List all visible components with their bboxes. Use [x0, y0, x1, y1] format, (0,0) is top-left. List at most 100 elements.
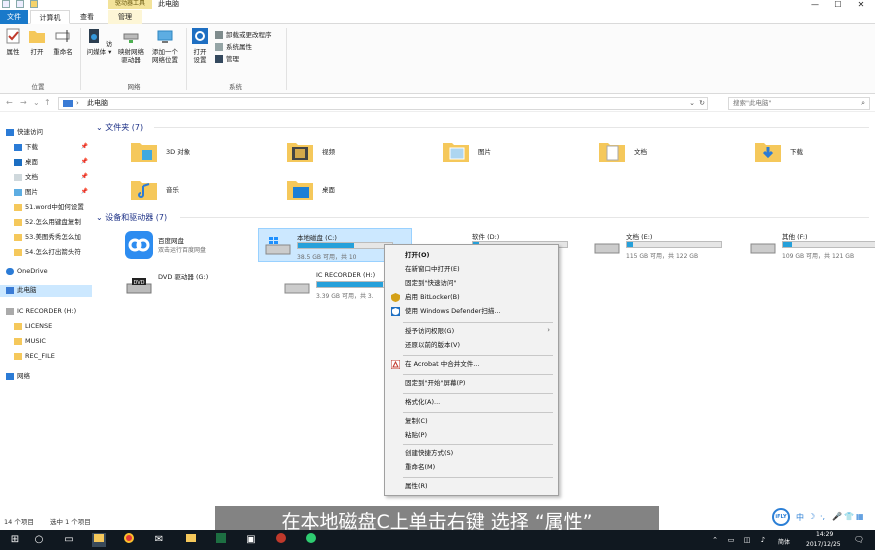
- excel-icon[interactable]: [214, 533, 228, 547]
- folder-icon[interactable]: [30, 0, 38, 8]
- close-button[interactable]: ✕: [846, 0, 875, 10]
- tab-computer[interactable]: 计算机: [30, 10, 70, 24]
- wechat-icon[interactable]: [304, 533, 318, 547]
- menu-grid-icon[interactable]: ▦: [856, 512, 864, 521]
- back-arrow-icon[interactable]: ←: [6, 98, 13, 107]
- cortana-icon[interactable]: ○: [32, 533, 46, 547]
- uninstall-program-button[interactable]: 卸载或更改程序: [215, 30, 272, 40]
- nav-quick-access[interactable]: 快速访问: [6, 127, 92, 139]
- baidu-netdisk-item[interactable]: 百度网盘 双击运行百度网盘: [120, 228, 274, 262]
- pin-icon[interactable]: 📌: [81, 157, 88, 167]
- nav-pictures[interactable]: 图片 📌: [14, 187, 92, 199]
- tab-file[interactable]: 文件: [0, 10, 28, 24]
- recent-chevron-icon[interactable]: ⌄: [33, 98, 40, 107]
- tab-view[interactable]: 查看: [72, 10, 102, 24]
- folder-pictures[interactable]: 图片: [442, 138, 592, 172]
- refresh-icon[interactable]: ↻: [699, 98, 705, 109]
- nav-recent-folder[interactable]: 52.怎么用键盘复制: [14, 217, 92, 229]
- pin-icon[interactable]: 📌: [81, 187, 88, 197]
- open-button[interactable]: 打开: [26, 28, 48, 56]
- ime-indicator[interactable]: 简体: [778, 537, 790, 546]
- folder-downloads[interactable]: 下载: [754, 138, 875, 172]
- drive-e[interactable]: 文档 (E:) 115 GB 可用，共 122 GB: [588, 228, 742, 262]
- nav-license[interactable]: LICENSE: [14, 321, 92, 333]
- nav-rec-file[interactable]: REC_FILE: [14, 351, 92, 363]
- nav-recent-folder[interactable]: 54.怎么打出箭头符: [14, 247, 92, 259]
- mail-icon[interactable]: ✉: [152, 533, 166, 547]
- menu-item-create-shortcut[interactable]: 创建快捷方式(S): [405, 447, 453, 459]
- menu-item-pin-start[interactable]: 固定到"开始"屏幕(P): [405, 377, 465, 389]
- nav-ic-recorder[interactable]: IC RECORDER (H:): [6, 306, 92, 318]
- tab-manage[interactable]: 管理: [108, 10, 142, 24]
- drive-dvd[interactable]: DVD DVD 驱动器 (G:): [120, 268, 274, 302]
- devices-section-header[interactable]: ⌄ 设备和驱动器 (7): [96, 212, 167, 223]
- menu-item-defender-scan[interactable]: 使用 Windows Defender扫描...: [405, 305, 501, 317]
- properties-button[interactable]: 属性: [2, 28, 24, 56]
- volume-icon[interactable]: ♪: [756, 533, 770, 547]
- notification-icon[interactable]: 🗨: [852, 533, 866, 547]
- menu-item-paste[interactable]: 粘贴(P): [405, 429, 427, 441]
- tray-chevron-icon[interactable]: ⌃: [708, 533, 722, 547]
- nav-recent-folder[interactable]: 53.美图秀秀怎么加: [14, 232, 92, 244]
- menu-item-grant-access[interactable]: 授予访问权限(G): [405, 325, 555, 337]
- moon-icon[interactable]: ☽: [808, 512, 815, 521]
- chrome-icon[interactable]: [122, 533, 136, 547]
- file-explorer-icon[interactable]: [92, 533, 106, 547]
- open-settings-button[interactable]: 打开 设置: [188, 28, 212, 64]
- search-input[interactable]: 搜索"此电脑" ⌕: [728, 97, 870, 110]
- rename-button[interactable]: 重命名: [50, 28, 76, 56]
- clock-date[interactable]: 2017/12/25: [806, 541, 841, 548]
- folder-3d-objects[interactable]: 3D 对象: [130, 138, 280, 172]
- up-arrow-icon[interactable]: ↑: [44, 98, 51, 107]
- drive-f[interactable]: 其他 (F:) 109 GB 可用，共 121 GB: [744, 228, 875, 262]
- folder-documents[interactable]: 文档: [598, 138, 748, 172]
- folder-desktop[interactable]: 桌面: [286, 176, 436, 210]
- task-view-icon[interactable]: ▭: [62, 533, 76, 547]
- skin-icon[interactable]: 👕: [844, 512, 854, 521]
- manage-button[interactable]: 管理: [215, 54, 239, 64]
- menu-item-format[interactable]: 格式化(A)...: [405, 396, 440, 408]
- punctuation-icon[interactable]: ·,: [820, 512, 825, 521]
- dropdown-chevron-icon[interactable]: ⌄: [689, 98, 695, 109]
- nav-this-pc[interactable]: 此电脑: [0, 285, 92, 297]
- nav-desktop[interactable]: 桌面 📌: [14, 157, 92, 169]
- nav-onedrive[interactable]: OneDrive: [6, 266, 92, 278]
- ifly-logo[interactable]: iFLY: [772, 508, 790, 526]
- pin-icon[interactable]: 📌: [81, 172, 88, 182]
- folders-section-header[interactable]: ⌄ 文件夹 (7): [96, 122, 143, 133]
- menu-item-bitlocker[interactable]: 启用 BitLocker(B): [405, 291, 460, 303]
- folder-music[interactable]: 音乐: [130, 176, 280, 210]
- pin-icon[interactable]: 📌: [81, 142, 88, 152]
- app-red-icon[interactable]: [274, 533, 288, 547]
- menu-item-properties[interactable]: 属性(R): [405, 480, 428, 492]
- folder-videos[interactable]: 视频: [286, 138, 436, 172]
- menu-item-copy[interactable]: 复制(C): [405, 415, 428, 427]
- access-media-button[interactable]: 访问媒体 ▾: [84, 28, 114, 56]
- ifly-language-toggle[interactable]: 中: [796, 512, 804, 523]
- app-icon[interactable]: ▣: [244, 533, 258, 547]
- battery-icon[interactable]: ▭: [724, 533, 738, 547]
- folder-taskbar-icon[interactable]: [184, 533, 198, 547]
- nav-documents[interactable]: 文档 📌: [14, 172, 92, 184]
- microphone-icon[interactable]: 🎤: [832, 512, 842, 521]
- menu-item-acrobat-combine[interactable]: 在 Acrobat 中合并文件...: [405, 358, 479, 370]
- forward-arrow-icon[interactable]: →: [20, 98, 27, 107]
- breadcrumb-chevron-icon[interactable]: ›: [76, 98, 79, 109]
- map-drive-button[interactable]: 映射网络 驱动器: [116, 28, 146, 64]
- windows-start-icon[interactable]: ⊞: [8, 533, 22, 547]
- checkmark-icon[interactable]: [16, 0, 24, 8]
- save-icon[interactable]: [2, 0, 10, 8]
- menu-item-pin-quick-access[interactable]: 固定到"快速访问": [405, 277, 456, 289]
- menu-item-restore-versions[interactable]: 还原以前的版本(V): [405, 339, 460, 351]
- system-properties-button[interactable]: 系统属性: [215, 42, 252, 52]
- menu-item-open-new-window[interactable]: 在新窗口中打开(E): [405, 263, 460, 275]
- nav-downloads[interactable]: 下载 📌: [14, 142, 92, 154]
- clock-time[interactable]: 14:29: [816, 531, 833, 538]
- address-input[interactable]: › 此电脑 ⌄ ↻: [58, 97, 708, 110]
- add-network-location-button[interactable]: 添加一个 网络位置: [148, 28, 182, 64]
- nav-network[interactable]: 网络: [6, 371, 92, 383]
- network-status-icon[interactable]: ◫: [740, 533, 754, 547]
- menu-item-open[interactable]: 打开(O): [405, 249, 429, 261]
- nav-recent-folder[interactable]: 51.word中如何设置: [14, 202, 92, 214]
- menu-item-rename[interactable]: 重命名(M): [405, 461, 435, 473]
